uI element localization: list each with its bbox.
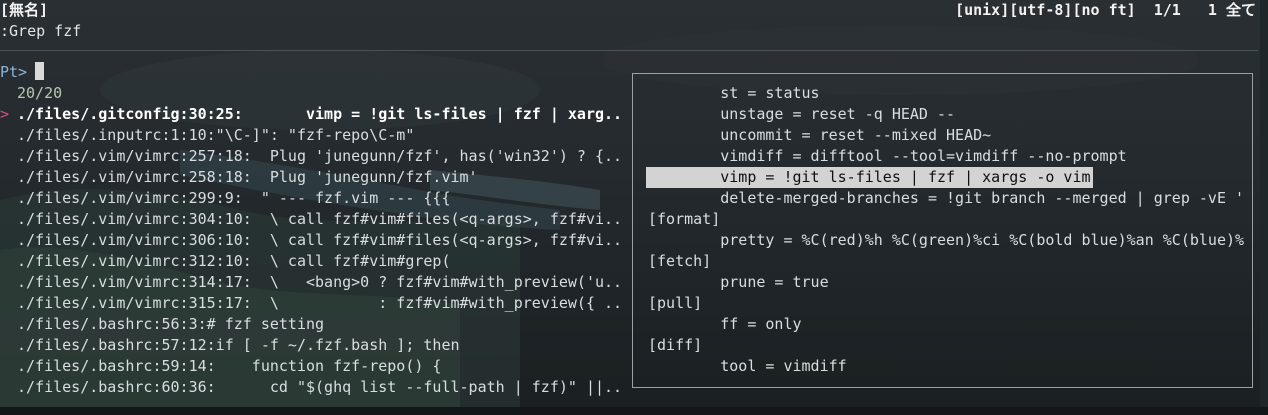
result-row[interactable]: ./files/.vim/vimrc:315:17: \ : fzf#vim#w… (0, 293, 630, 314)
preview-line-text: st = status (648, 84, 820, 102)
buffer-name: [無名] (0, 1, 49, 19)
result-row[interactable]: ./files/.vim/vimrc:257:18: Plug 'junegun… (0, 146, 630, 167)
preview-line-text: pretty = %C(red)%h %C(green)%ci %C(bold … (648, 231, 1245, 249)
result-row[interactable]: ./files/.bashrc:56:3:# fzf setting (0, 314, 630, 335)
preview-line-text: [diff] (648, 336, 703, 354)
preview-line: st = status (648, 83, 1244, 104)
preview-line: tool = vimdiff (648, 356, 1244, 377)
result-text: ./files/.vim/vimrc:306:10: \ call fzf#vi… (17, 231, 623, 249)
result-text: ./files/.vim/vimrc:304:10: \ call fzf#vi… (17, 210, 623, 228)
text-cursor (35, 62, 45, 80)
match-count: 20/20 (17, 84, 63, 102)
selection-marker-icon: > (0, 105, 10, 123)
result-text: ./files/.bashrc:57:12:if [ -f ~/.fzf.bas… (17, 336, 460, 354)
preview-line: delete-merged-branches = !git branch --m… (648, 188, 1244, 209)
scrollbar[interactable] (1260, 0, 1268, 407)
preview-line: [fetch] (648, 251, 1244, 272)
preview-line: [pull] (648, 293, 1244, 314)
preview-window: st = status unstage = reset -q HEAD -- u… (632, 73, 1253, 388)
preview-line: vimdiff = difftool --tool=vimdiff --no-p… (648, 146, 1244, 167)
preview-line-text: delete-merged-branches = !git branch --m… (648, 189, 1245, 207)
preview-lines: st = status unstage = reset -q HEAD -- u… (646, 83, 1244, 377)
result-row[interactable]: ./files/.vim/vimrc:299:9: " --- fzf.vim … (0, 188, 630, 209)
result-text: ./files/.bashrc:60:36: cd "$(ghq list --… (17, 378, 623, 396)
result-text: ./files/.vim/vimrc:314:17: \ <bang>0 ? f… (17, 273, 623, 291)
preview-line: ff = only (648, 314, 1244, 335)
result-row[interactable]: ./files/.bashrc:60:36: cd "$(ghq list --… (0, 377, 630, 398)
preview-line: [format] (648, 209, 1244, 230)
bottom-bar (0, 407, 1268, 415)
result-text: ./files/.gitconfig:30:25: vimp = !git ls… (17, 105, 623, 123)
preview-line-text: vimdiff = difftool --tool=vimdiff --no-p… (648, 147, 1127, 165)
result-row[interactable]: ./files/.vim/vimrc:312:10: \ call fzf#vi… (0, 251, 630, 272)
result-row[interactable]: ./files/.vim/vimrc:258:18: Plug 'junegun… (0, 167, 630, 188)
result-row-selected[interactable]: > ./files/.gitconfig:30:25: vimp = !git l… (0, 104, 630, 125)
result-row[interactable]: ./files/.vim/vimrc:306:10: \ call fzf#vi… (0, 230, 630, 251)
preview-line: pretty = %C(red)%h %C(green)%ci %C(bold … (648, 230, 1244, 251)
result-text: ./files/.vim/vimrc:258:18: Plug 'junegun… (17, 168, 478, 186)
preview-line-text: ff = only (648, 315, 802, 333)
result-text: ./files/.bashrc:56:3:# fzf setting (17, 315, 325, 333)
result-text: ./files/.inputrc:1:10:"\C-]": "fzf-repo\… (17, 126, 415, 144)
result-row[interactable]: ./files/.inputrc:1:10:"\C-]": "fzf-repo\… (0, 125, 630, 146)
fzf-prompt[interactable]: Pt> (0, 62, 45, 83)
file-info: [unix][utf-8][no ft] 1/1 1 全て (955, 1, 1256, 19)
result-text: ./files/.vim/vimrc:257:18: Plug 'junegun… (17, 147, 623, 165)
result-row[interactable]: ./files/.vim/vimrc:304:10: \ call fzf#vi… (0, 209, 630, 230)
results-list[interactable]: > ./files/.gitconfig:30:25: vimp = !git l… (0, 104, 630, 398)
statusline: [無名] [unix][utf-8][no ft] 1/1 1 全て (0, 0, 1268, 21)
command-line[interactable]: :Grep fzf (0, 21, 81, 42)
preview-line-text: [format] (648, 210, 721, 228)
result-text: ./files/.vim/vimrc:315:17: \ : fzf#vim#w… (17, 294, 623, 312)
preview-line: prune = true (648, 272, 1244, 293)
preview-line-text: vimp = !git ls-files | fzf | xargs -o vi… (646, 167, 1093, 188)
prompt-label: Pt> (0, 63, 28, 81)
result-row[interactable]: ./files/.vim/vimrc:314:17: \ <bang>0 ? f… (0, 272, 630, 293)
preview-line: unstage = reset -q HEAD -- (648, 104, 1244, 125)
divider (0, 50, 1258, 51)
preview-line: uncommit = reset --mixed HEAD~ (648, 125, 1244, 146)
result-text: ./files/.vim/vimrc:299:9: " --- fzf.vim … (17, 189, 451, 207)
preview-line-text: prune = true (648, 273, 829, 291)
result-text: ./files/.bashrc:59:14: function fzf-repo… (17, 357, 442, 375)
preview-line-text: uncommit = reset --mixed HEAD~ (648, 126, 992, 144)
result-row[interactable]: ./files/.bashrc:59:14: function fzf-repo… (0, 356, 630, 377)
preview-line-text: unstage = reset -q HEAD -- (648, 105, 956, 123)
preview-line-text: tool = vimdiff (648, 357, 847, 375)
result-row[interactable]: ./files/.bashrc:57:12:if [ -f ~/.fzf.bas… (0, 335, 630, 356)
preview-line: [diff] (648, 335, 1244, 356)
preview-line-highlighted: vimp = !git ls-files | fzf | xargs -o vi… (646, 167, 1244, 188)
preview-line-text: [pull] (648, 294, 703, 312)
preview-line-text: [fetch] (648, 252, 712, 270)
result-text: ./files/.vim/vimrc:312:10: \ call fzf#vi… (17, 252, 451, 270)
